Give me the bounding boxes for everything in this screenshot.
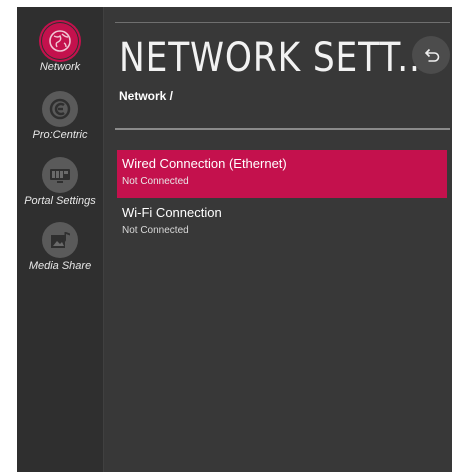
sidebar-item-label: Network	[39, 61, 81, 73]
sidebar-item-media-share[interactable]: Media Share	[17, 222, 103, 272]
option-status: Not Connected	[122, 176, 189, 187]
settings-window: Network Pro:Centric Portal Settings Medi…	[17, 7, 452, 472]
option-title: Wi-Fi Connection	[122, 205, 222, 220]
sidebar-item-label: Media Share	[28, 260, 92, 272]
wired-connection-option[interactable]: Wired Connection (Ethernet) Not Connecte…	[117, 150, 447, 198]
procentric-icon	[42, 91, 78, 127]
sidebar-item-label: Portal Settings	[24, 195, 96, 207]
breadcrumb: Network /	[119, 89, 174, 103]
sidebar: Network Pro:Centric Portal Settings Medi…	[17, 7, 104, 472]
section-divider	[115, 128, 450, 130]
wifi-connection-option[interactable]: Wi-Fi Connection Not Connected	[117, 199, 447, 247]
globe-icon	[42, 23, 78, 59]
sidebar-item-procentric[interactable]: Pro:Centric	[17, 91, 103, 141]
back-button[interactable]	[412, 36, 450, 74]
portal-icon	[42, 157, 78, 193]
sidebar-item-portal-settings[interactable]: Portal Settings	[17, 157, 103, 207]
sidebar-item-label: Pro:Centric	[32, 129, 88, 141]
page-title: NETWORK SETT...	[119, 35, 433, 81]
media-share-icon	[42, 222, 78, 258]
option-title: Wired Connection (Ethernet)	[122, 156, 287, 171]
option-status: Not Connected	[122, 225, 189, 236]
header-divider	[115, 22, 450, 23]
back-arrow-icon	[424, 48, 440, 62]
sidebar-item-network[interactable]: Network	[17, 23, 103, 73]
